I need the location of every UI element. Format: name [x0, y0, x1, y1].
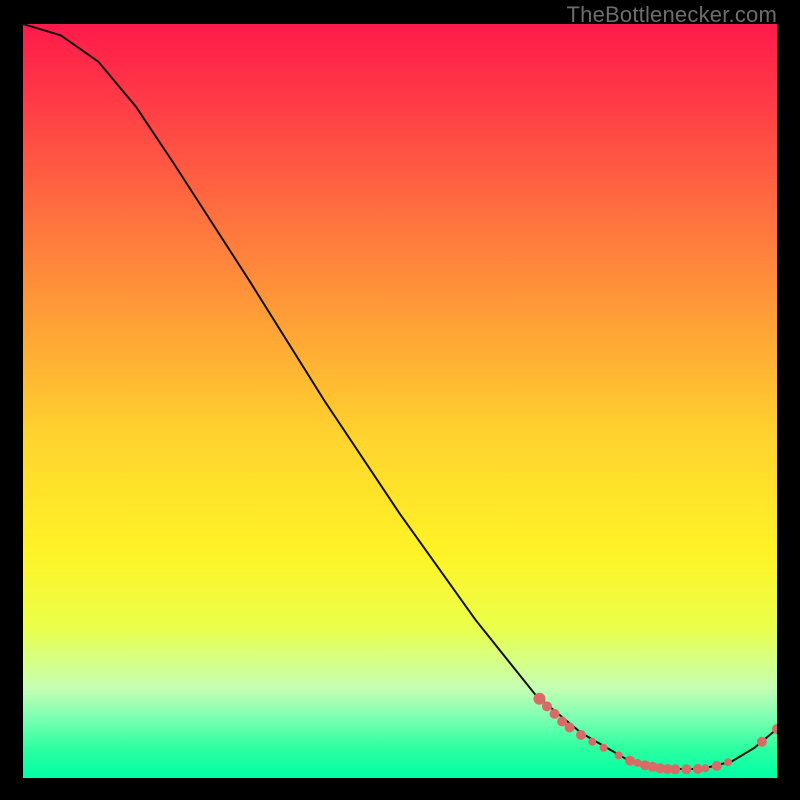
data-marker — [724, 758, 732, 766]
data-marker — [682, 764, 692, 774]
bottleneck-curve — [23, 24, 777, 769]
data-marker — [693, 764, 703, 774]
data-marker — [712, 761, 722, 771]
watermark-text: TheBottlenecker.com — [567, 2, 777, 28]
data-marker — [565, 723, 575, 733]
data-marker — [550, 709, 560, 719]
data-marker — [625, 756, 635, 766]
data-marker — [615, 751, 623, 759]
data-marker — [757, 737, 767, 747]
data-marker — [670, 764, 680, 774]
data-marker — [588, 738, 596, 746]
chart-svg — [23, 24, 777, 778]
data-marker — [600, 744, 608, 752]
data-marker — [701, 764, 709, 772]
data-marker — [576, 730, 586, 740]
plot-area — [23, 24, 777, 778]
data-marker — [542, 701, 552, 711]
chart-container: TheBottlenecker.com — [0, 0, 800, 800]
